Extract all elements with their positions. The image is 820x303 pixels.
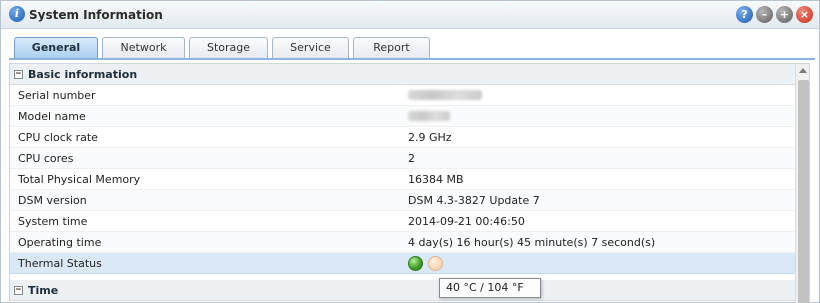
row-label: CPU clock rate [18,131,98,144]
basic-information-header[interactable]: − Basic information [10,64,795,85]
maximize-button[interactable]: + [776,6,793,23]
tab-general[interactable]: General [14,37,98,59]
row-cpu-cores: CPU cores 2 [10,148,795,169]
minimize-button[interactable]: – [756,6,773,23]
thermal-normal-indicator-icon[interactable] [408,256,423,271]
window-controls: ? – + × [736,6,813,23]
row-system-time: System time 2014-09-21 00:46:50 [10,211,795,232]
row-total-physical-memory: Total Physical Memory 16384 MB [10,169,795,190]
title-bar[interactable]: i System Information ? – + × [1,1,819,29]
row-value: 2 [408,152,415,165]
row-value: 4 day(s) 16 hour(s) 45 minute(s) 7 secon… [408,236,656,249]
collapse-icon[interactable]: − [14,70,23,79]
row-model-name: Model name [10,106,795,127]
redacted-value [408,111,450,121]
thermal-tooltip: 40 °C / 104 °F [439,278,541,298]
help-icon: ? [741,8,748,21]
maximize-icon: + [779,8,790,21]
close-icon: × [799,8,810,21]
window-title: System Information [29,8,163,22]
redacted-value [408,90,482,100]
vertical-scrollbar[interactable] [795,64,809,303]
close-button[interactable]: × [796,6,813,23]
row-label: CPU cores [18,152,74,165]
tab-bar: General Network Storage Service Report [14,37,430,59]
tab-report[interactable]: Report [353,37,430,59]
row-dsm-version: DSM version DSM 4.3-3827 Update 7 [10,190,795,211]
row-value [408,110,450,124]
row-cpu-clock-rate: CPU clock rate 2.9 GHz [10,127,795,148]
row-value: DSM 4.3-3827 Update 7 [408,194,540,207]
row-label: Serial number [18,89,96,102]
thermal-warm-indicator-icon [428,256,443,271]
row-value: 2014-09-21 00:46:50 [408,215,525,228]
section-title: Basic information [28,68,138,81]
tab-network[interactable]: Network [102,37,185,59]
time-header[interactable]: − Time [10,280,795,301]
row-thermal-status[interactable]: Thermal Status [10,253,795,274]
row-label: Model name [18,110,86,123]
row-serial-number: Serial number [10,85,795,106]
section-title: Time [28,284,59,297]
help-button[interactable]: ? [736,6,753,23]
minimize-icon: – [761,8,768,21]
system-information-window: i System Information ? – + × General Net… [0,0,820,303]
tab-strip-divider [9,58,815,60]
general-panel: − Basic information Serial number Model … [9,63,810,303]
row-operating-time: Operating time 4 day(s) 16 hour(s) 45 mi… [10,232,795,253]
scroll-up-arrow-icon[interactable] [799,68,807,73]
tab-storage[interactable]: Storage [189,37,268,59]
row-label: DSM version [18,194,87,207]
row-label: Total Physical Memory [18,173,141,186]
tab-service[interactable]: Service [272,37,349,59]
row-value: 2.9 GHz [408,131,452,144]
row-value [408,89,482,103]
collapse-icon[interactable]: − [14,286,23,295]
scroll-thumb[interactable] [798,80,809,303]
row-label: Operating time [18,236,102,249]
row-value: 16384 MB [408,173,464,186]
info-icon: i [9,6,25,22]
row-label: System time [18,215,88,228]
row-label: Thermal Status [18,257,102,270]
